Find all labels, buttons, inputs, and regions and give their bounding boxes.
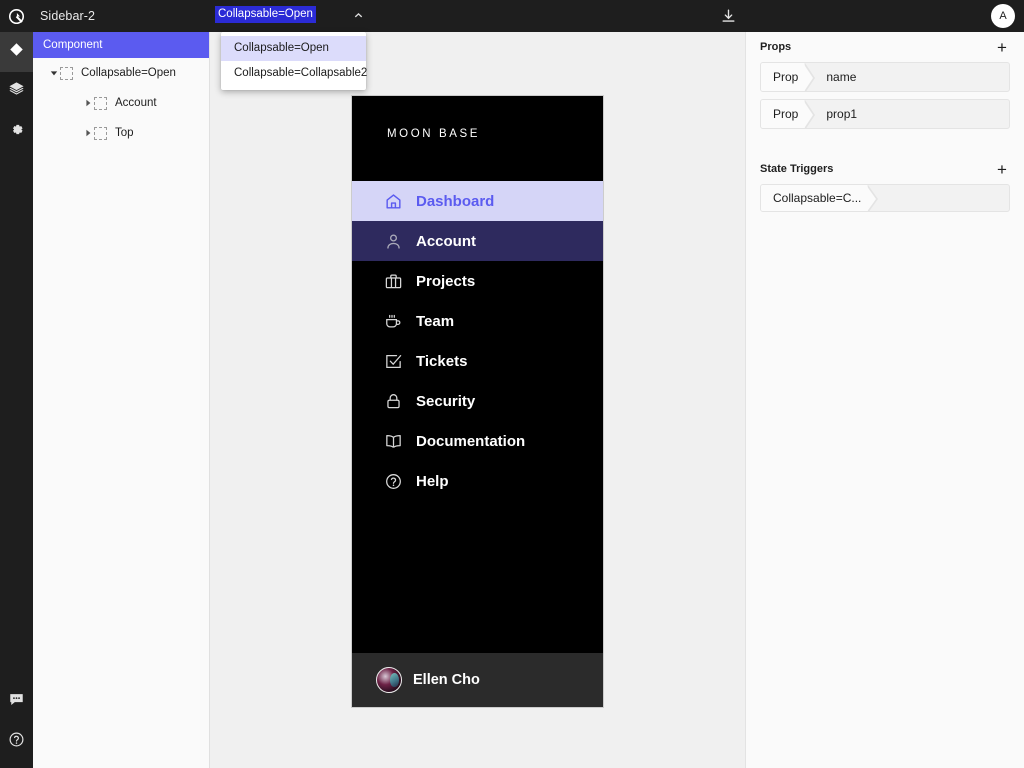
tree-node-label: Collapsable=Open xyxy=(81,67,176,79)
rail-item-chat[interactable] xyxy=(0,682,33,722)
nav-item-help[interactable]: Help xyxy=(352,461,603,501)
tree-node-top[interactable]: Top xyxy=(33,118,209,148)
coffee-cup-icon xyxy=(382,310,404,332)
properties-panel: Props + Prop name Prop prop1 State Trigg… xyxy=(745,32,1024,768)
chevron-right-icon[interactable] xyxy=(81,127,94,140)
dropdown-item-collapsable-open[interactable]: Collapsable=Open xyxy=(221,36,366,61)
nav-item-label: Tickets xyxy=(416,352,468,370)
state-trigger-row[interactable]: Collapsable=C... xyxy=(760,184,1010,212)
chat-bubble-icon xyxy=(8,691,25,713)
nav-item-label: Help xyxy=(416,472,449,490)
download-icon[interactable] xyxy=(718,6,738,26)
nav-item-documentation[interactable]: Documentation xyxy=(352,421,603,461)
left-icon-rail xyxy=(0,32,33,768)
book-icon xyxy=(382,430,404,452)
nav-item-label: Projects xyxy=(416,272,476,290)
avatar xyxy=(376,667,402,693)
nav-item-label: Security xyxy=(416,392,476,410)
canvas-area[interactable]: MOON BASE Dashboard Account Projects Tea… xyxy=(210,32,745,768)
brand-wordmark: MOON BASE xyxy=(387,128,481,140)
tree-node-collapsable-open[interactable]: Collapsable=Open xyxy=(33,58,209,88)
add-state-trigger-button[interactable]: + xyxy=(994,161,1010,178)
document-title: Sidebar-2 xyxy=(40,9,96,23)
layers-icon xyxy=(8,81,25,103)
add-prop-button[interactable]: + xyxy=(994,39,1010,56)
user-icon xyxy=(382,230,404,252)
nav-item-label: Documentation xyxy=(416,432,526,450)
preview-user-name: Ellen Cho xyxy=(413,672,480,688)
dropdown-item-collapsable-collapsable2[interactable]: Collapsable=Collapsable2 xyxy=(221,61,367,86)
nav-item-label: Account xyxy=(416,232,476,250)
state-triggers-title: State Triggers xyxy=(760,163,834,175)
rail-item-settings[interactable] xyxy=(0,112,33,152)
component-tree-panel: Component Collapsable=Open Account Top xyxy=(33,32,210,768)
nav-item-label: Team xyxy=(416,312,455,330)
nav-item-account[interactable]: Account xyxy=(352,221,603,261)
preview-user-footer[interactable]: Ellen Cho xyxy=(352,653,603,707)
nav-item-label: Dashboard xyxy=(416,192,495,210)
check-square-icon xyxy=(382,350,404,372)
briefcase-icon xyxy=(382,270,404,292)
tree-node-account[interactable]: Account xyxy=(33,88,209,118)
app-logo-icon[interactable] xyxy=(0,0,33,32)
prop-row[interactable]: Prop name xyxy=(760,62,1010,92)
nav-item-team[interactable]: Team xyxy=(352,301,603,341)
home-icon xyxy=(382,190,404,212)
rail-bottom-group xyxy=(0,682,33,762)
sidebar-component-preview[interactable]: MOON BASE Dashboard Account Projects Tea… xyxy=(351,95,604,708)
chevron-up-icon[interactable] xyxy=(351,8,365,22)
nav-item-tickets[interactable]: Tickets xyxy=(352,341,603,381)
tree-node-label: Account xyxy=(115,97,157,109)
props-section-header: Props + xyxy=(746,32,1024,62)
app-root: Sidebar-2 Collapsable=Open A Collapsable… xyxy=(0,0,1024,768)
top-bar: Sidebar-2 Collapsable=Open A xyxy=(0,0,1024,32)
component-frame-icon xyxy=(94,126,107,140)
rail-item-help[interactable] xyxy=(0,722,33,762)
state-trigger-label: Collapsable=C... xyxy=(761,185,879,211)
rail-item-design[interactable] xyxy=(0,32,33,72)
variant-selector[interactable]: Collapsable=Open xyxy=(215,6,316,23)
help-circle-icon xyxy=(8,731,25,753)
state-triggers-section-header: State Triggers + xyxy=(746,154,1024,184)
tree-panel-header: Component xyxy=(33,32,209,58)
preview-nav-list: Dashboard Account Projects Team Tickets … xyxy=(352,181,603,653)
component-frame-icon xyxy=(94,96,107,110)
gear-icon xyxy=(8,121,25,143)
tree-node-label: Top xyxy=(115,127,134,139)
variant-dropdown-menu: Collapsable=Open Collapsable=Collapsable… xyxy=(221,32,367,90)
nav-item-projects[interactable]: Projects xyxy=(352,261,603,301)
prop-key-label: Prop xyxy=(761,100,816,128)
diamond-icon xyxy=(9,42,24,62)
prop-row[interactable]: Prop prop1 xyxy=(760,99,1010,129)
prop-key-label: Prop xyxy=(761,63,816,91)
chevron-down-icon[interactable] xyxy=(47,67,60,80)
user-avatar[interactable]: A xyxy=(991,4,1015,28)
rail-item-layers[interactable] xyxy=(0,72,33,112)
help-circle-icon xyxy=(382,470,404,492)
component-frame-icon xyxy=(60,66,73,80)
chevron-right-icon[interactable] xyxy=(81,97,94,110)
props-title: Props xyxy=(760,41,792,53)
nav-item-dashboard[interactable]: Dashboard xyxy=(352,181,603,221)
nav-item-security[interactable]: Security xyxy=(352,381,603,421)
lock-icon xyxy=(382,390,404,412)
